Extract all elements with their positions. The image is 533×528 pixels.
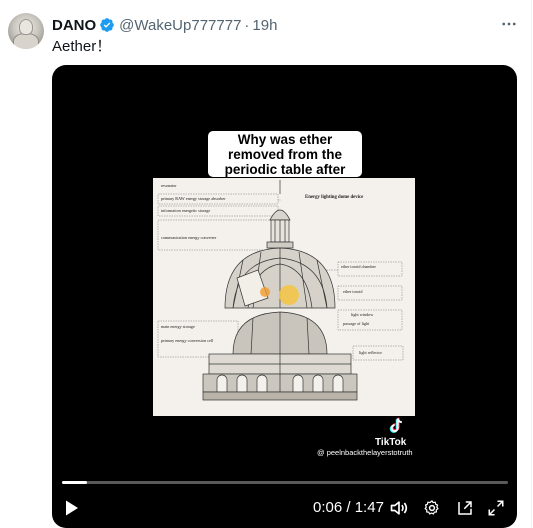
time-display: 0:06 / 1:47 — [313, 499, 384, 516]
post-text: Aether！ — [52, 38, 112, 55]
post-header: DANO @WakeUp777777 · 19h — [52, 15, 277, 35]
verified-badge-icon — [99, 17, 115, 33]
video-controls: 0:06 / 1:47 — [52, 495, 517, 521]
volume-icon[interactable] — [388, 495, 410, 521]
label-reflector: light reflector — [359, 350, 383, 355]
picture-in-picture-icon[interactable] — [454, 495, 476, 521]
post-time[interactable]: 19h — [252, 17, 277, 34]
play-icon[interactable] — [62, 495, 82, 521]
label-converter: communication energy converter — [161, 235, 217, 240]
tiktok-logo-icon — [386, 416, 406, 436]
video-player[interactable]: Why was ether removed from the periodic … — [52, 65, 517, 528]
label-conversion-cell: primary energy conversion cell — [161, 338, 214, 343]
label-info-storage: information energetic storage — [161, 208, 210, 213]
label-title: Energy lighting dome device — [305, 195, 363, 200]
duration: 1:47 — [354, 499, 384, 516]
progress-fill — [62, 481, 87, 484]
column-border — [531, 0, 532, 528]
label-main-storage: main energy storage — [161, 324, 195, 329]
progress-bar[interactable] — [62, 481, 508, 484]
more-dots-icon[interactable] — [498, 15, 520, 33]
fullscreen-icon[interactable] — [485, 495, 507, 521]
tiktok-label: TikTok — [375, 437, 407, 448]
gear-icon[interactable] — [422, 495, 442, 521]
avatar[interactable] — [8, 13, 44, 49]
author-name[interactable]: DANO — [52, 17, 96, 34]
time-separator: / — [346, 499, 351, 516]
author-handle[interactable]: @WakeUp777777 — [119, 17, 241, 34]
label-toroid: ether toroid — [343, 289, 363, 294]
label-light-window: light window — [351, 312, 373, 317]
tiktok-handle: @ peelnbackthelayerstotruth — [317, 448, 413, 457]
dome-diagram: resonator primary RAW energy storage abs… — [153, 178, 415, 416]
avatar-head — [19, 19, 33, 35]
separator-dot: · — [244, 16, 250, 34]
current-time: 0:06 — [313, 499, 343, 516]
video-caption: Why was ether removed from the periodic … — [208, 131, 362, 192]
label-resonator: resonator — [161, 183, 177, 188]
label-absorber: primary RAW energy storage absorber — [161, 196, 226, 201]
label-passage: passage of light — [343, 321, 370, 326]
avatar-figure — [13, 33, 39, 49]
label-toroid-chamber: ether toroid chamber — [341, 264, 376, 269]
